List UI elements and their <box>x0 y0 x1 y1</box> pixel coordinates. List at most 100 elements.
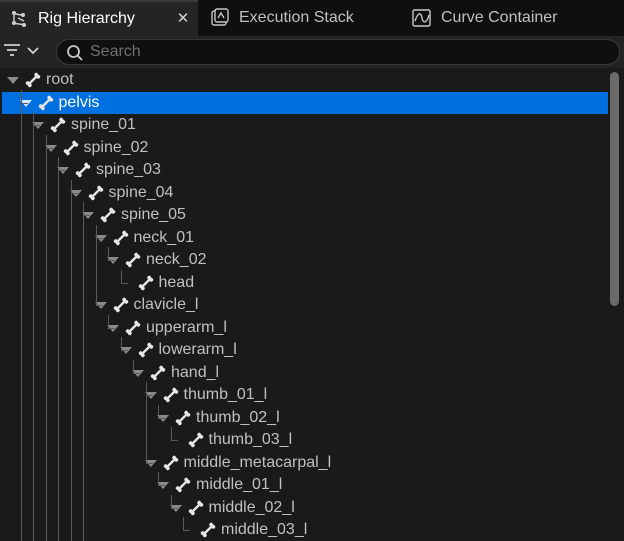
filter-icon <box>3 42 23 63</box>
tree-row[interactable]: middle_metacarpal_l <box>2 452 608 475</box>
tree-guide-line <box>33 112 34 541</box>
tree-guide-line <box>170 440 178 442</box>
tree-guide-line <box>108 327 115 329</box>
tree-guide-line <box>158 404 159 418</box>
tree-row[interactable]: neck_02 <box>2 249 608 272</box>
tree-guide-line <box>70 179 72 541</box>
tree-row[interactable]: spine_02 <box>2 137 608 160</box>
tree-row-label: spine_05 <box>121 206 186 223</box>
bone-icon <box>137 341 155 359</box>
tree-row-label: spine_04 <box>108 183 174 201</box>
tree-row-label: spine_03 <box>96 161 161 178</box>
tab-bar: Rig Hierarchy ✕ Execution Stack Curve Co… <box>0 0 624 36</box>
tree-row[interactable]: pelvis <box>2 91 608 114</box>
bone-icon <box>112 296 130 314</box>
tree-guide-line <box>158 417 165 419</box>
tab-label: Execution Stack <box>239 9 354 26</box>
tree-row-label: spine_01 <box>71 116 136 133</box>
tree-guide-line <box>45 134 47 541</box>
rig-hierarchy-tree: root pelvis spine_01 spine_02 spine_03 spine_… <box>0 69 610 541</box>
bone-icon <box>37 94 55 112</box>
bone-icon <box>124 319 142 337</box>
tree-row[interactable]: head <box>2 272 608 295</box>
tree-row-label: root <box>46 71 74 88</box>
bone-icon <box>187 499 205 517</box>
bone-icon <box>174 409 192 427</box>
tree-row[interactable]: neck_01 <box>2 227 608 250</box>
tree-guide-line <box>120 337 122 351</box>
tree-guide-line <box>145 395 153 397</box>
search-box[interactable] <box>56 39 620 65</box>
tree-row[interactable]: spine_04 <box>2 182 608 205</box>
tree-row-label: middle_01_l <box>196 476 283 493</box>
bone-icon <box>112 229 130 247</box>
execution-stack-icon <box>210 8 230 28</box>
tab-rig-hierarchy[interactable]: Rig Hierarchy ✕ <box>0 0 198 36</box>
tree-row[interactable]: upperarm_l <box>2 317 608 340</box>
tree-row[interactable]: root <box>2 69 608 92</box>
tree-guide-line <box>158 472 159 486</box>
bone-icon <box>99 206 117 224</box>
tree-guide-line <box>83 215 90 217</box>
tree-guide-line <box>45 147 53 149</box>
tree-row-label: thumb_03_l <box>208 431 293 448</box>
tree-guide-line <box>120 350 128 352</box>
tree-row-label: neck_01 <box>133 228 195 246</box>
bone-icon <box>162 454 180 472</box>
search-icon <box>66 44 84 67</box>
tab-execution-stack[interactable]: Execution Stack <box>201 0 391 36</box>
tree-guide-line <box>95 224 97 306</box>
tree-row[interactable]: thumb_02_l <box>2 407 608 430</box>
toolbar <box>0 36 624 68</box>
tab-label: Rig Hierarchy <box>38 10 135 27</box>
bone-icon <box>149 364 167 382</box>
bone-icon <box>187 431 205 449</box>
tree-row-label: clavicle_l <box>133 296 199 313</box>
tree-row[interactable]: lowerarm_l <box>2 339 608 362</box>
rig-hierarchy-icon <box>9 9 29 29</box>
bone-icon <box>137 274 155 292</box>
tree-row[interactable]: thumb_03_l <box>2 429 608 452</box>
tree-row-label: upperarm_l <box>146 318 227 336</box>
tree-row-label: thumb_02_l <box>196 408 280 426</box>
tree-row[interactable]: middle_03_l <box>2 519 608 541</box>
bone-icon <box>49 116 67 134</box>
tree-guide-line <box>133 359 134 373</box>
tree-guide-line <box>33 125 40 127</box>
tree-guide-line <box>145 462 153 464</box>
bone-icon <box>162 386 180 404</box>
tree-row[interactable]: spine_03 <box>2 159 608 182</box>
tree-guide-line <box>95 237 103 239</box>
tree-row-label: spine_02 <box>83 138 149 156</box>
tree-row-label: head <box>158 273 195 291</box>
tree-row[interactable]: hand_l <box>2 362 608 385</box>
bone-icon <box>124 251 142 269</box>
bone-icon <box>74 161 92 179</box>
bone-icon <box>62 139 80 157</box>
tab-curve-container[interactable]: Curve Container <box>403 0 603 36</box>
tree-row-label: middle_metacarpal_l <box>183 453 332 471</box>
filter-button[interactable] <box>3 40 45 64</box>
tree-guide-line <box>95 305 103 307</box>
tree-guide-line <box>58 157 59 541</box>
tree-row[interactable]: thumb_01_l <box>2 384 608 407</box>
tree-row-label: neck_02 <box>146 251 207 268</box>
tree-row[interactable]: clavicle_l <box>2 294 608 317</box>
search-input[interactable] <box>90 41 600 63</box>
tree-row[interactable]: middle_02_l <box>2 497 608 520</box>
tree-row[interactable]: spine_05 <box>2 204 608 227</box>
bone-icon <box>24 71 42 89</box>
tree-guide-line <box>83 202 84 541</box>
chevron-down-icon <box>27 43 39 61</box>
close-tab-button[interactable]: ✕ <box>174 10 192 28</box>
tree-row[interactable]: spine_01 <box>2 114 608 137</box>
bone-icon <box>199 521 217 539</box>
scrollbar-thumb[interactable] <box>610 72 619 306</box>
curve-container-icon <box>412 8 432 28</box>
bone-icon <box>174 476 192 494</box>
expand-arrow-icon[interactable] <box>7 77 19 84</box>
tree-guide-line <box>108 314 109 328</box>
tree-row-label: lowerarm_l <box>158 341 237 358</box>
tree-guide-line <box>120 269 122 283</box>
tree-row[interactable]: middle_01_l <box>2 474 608 497</box>
